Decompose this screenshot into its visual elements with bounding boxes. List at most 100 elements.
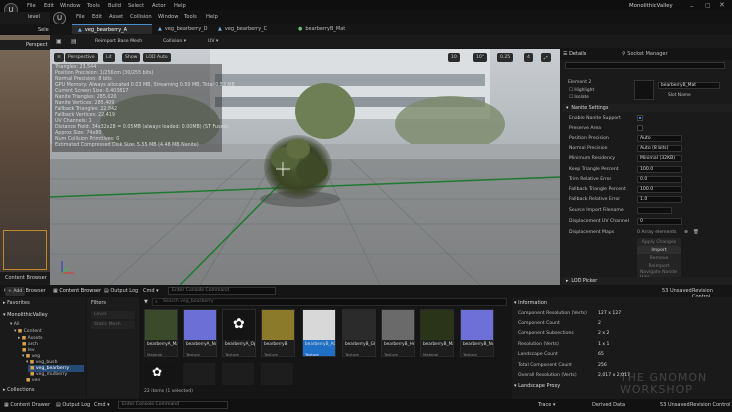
isolate-checkbox[interactable]: ☐ Isolate (569, 95, 589, 100)
close-button[interactable]: ✕ (719, 1, 725, 9)
tree-arch[interactable]: ■ arch (22, 342, 38, 347)
output-log-tab[interactable]: ▤ Output Log (104, 288, 138, 294)
information-section[interactable]: ▾ Information (514, 300, 547, 306)
add-button[interactable]: + Add (5, 287, 26, 296)
inner-menu-file[interactable]: File (76, 14, 85, 20)
perspective-button[interactable]: Perspective (65, 53, 98, 62)
tab-bearberry-b-mat[interactable]: ● bearberryB_Mat (292, 24, 372, 34)
content-drawer-tab[interactable]: ▦ Content Browser (53, 288, 101, 294)
menu-actor[interactable]: Actor (152, 3, 166, 9)
trim-relative-error-field[interactable]: 0.0 (637, 175, 682, 183)
asset-tile[interactable]: bearberryA_MatMaterial (144, 309, 178, 357)
unsaved-button[interactable]: 53 Unsaved (660, 402, 690, 408)
menu-build[interactable]: Build (108, 3, 121, 9)
inner-menu-tools[interactable]: Tools (184, 14, 197, 20)
asset-thumb-row2[interactable] (183, 363, 215, 385)
details-tab[interactable]: ☰ Details (563, 51, 586, 57)
inner-menu-window[interactable]: Window (158, 14, 178, 20)
tab-veg-bearberry-a[interactable]: ▲ veg_bearberry_A (72, 24, 152, 34)
inner-menu-edit[interactable]: Edit (92, 14, 102, 20)
add-element-icon[interactable]: ⊕ (684, 230, 688, 235)
tree-assets[interactable]: ▸ ■ Assets (18, 336, 43, 341)
fallback-relative-error-field[interactable]: 1.0 (637, 195, 682, 203)
asset-tile-selected[interactable]: bearberryB_AO Texture (302, 309, 336, 357)
inner-menu-collision[interactable]: Collision (130, 14, 152, 20)
asset-tile[interactable]: bearberryB_HeightTexture (381, 309, 415, 357)
asset-tile[interactable]: bearberryB Texture (261, 309, 295, 357)
keep-triangle-percent-field[interactable]: 100.0 (637, 165, 682, 173)
tree-lev[interactable]: ■ lev (22, 348, 35, 353)
menu-edit[interactable]: Edit (44, 3, 54, 9)
delete-elements-icon[interactable]: 🗑 (693, 230, 699, 235)
derived-data-button[interactable]: Derived Data (592, 402, 625, 408)
content-browser-tab-outer[interactable]: Content Browser (5, 275, 47, 281)
asset-tile[interactable]: bearberryB_MatMaterial (420, 309, 454, 357)
asset-tile[interactable]: bearberryA_NormalTexture (183, 309, 217, 357)
uv-button[interactable]: UV ▾ (205, 37, 221, 46)
menu-window[interactable]: Window (60, 3, 80, 9)
output-log-button[interactable]: ▤ Output Log (56, 402, 90, 408)
tree-all[interactable]: ▾ All (10, 322, 19, 327)
details-search-input[interactable] (565, 62, 725, 69)
lod-picker-section[interactable]: ▸ LOD Picker (562, 277, 732, 285)
asset-tile[interactable]: bearberryB_GlossTexture (342, 309, 376, 357)
rotation-snap-button[interactable]: 10° (473, 53, 488, 62)
displacement-uv-channel-field[interactable]: 0 (637, 217, 682, 225)
highlight-checkbox[interactable]: ☐ Highlight (569, 88, 594, 93)
viewport-maximize-button[interactable]: ⤢ (541, 53, 551, 62)
tree-ven[interactable]: ■ ven (26, 378, 40, 383)
normal-precision-dropdown[interactable]: Auto (8 bits) (637, 144, 682, 152)
content-drawer-button[interactable]: ▦ Content Drawer (4, 402, 50, 408)
reimport-button[interactable]: Reimport Base Mesh (92, 37, 145, 46)
grid-snap-button[interactable]: 10 (448, 53, 460, 62)
lod-button[interactable]: LOD Auto (143, 53, 171, 62)
tab-select[interactable]: Sele (38, 27, 49, 33)
browse-icon[interactable]: ▤ (71, 38, 77, 45)
asset-thumb-row2[interactable] (222, 363, 254, 385)
asset-thumb-row2[interactable]: ✿ (144, 363, 176, 385)
minimize-button[interactable]: – (690, 2, 694, 10)
filter-icon[interactable]: ▼ (144, 299, 148, 305)
show-button[interactable]: Show (122, 53, 141, 62)
tree-veg[interactable]: ▾ ■ veg (22, 354, 40, 359)
cmd-button[interactable]: Cmd ▾ (94, 402, 110, 408)
source-import-filename-field[interactable] (637, 206, 672, 214)
socket-manager-tab[interactable]: ⚲ Socket Manager (622, 51, 668, 57)
project-section[interactable]: ▾ MonolithicValley (3, 312, 48, 318)
revision-control-button[interactable]: Revision Control (690, 402, 731, 408)
lit-button[interactable]: Lit (103, 53, 115, 62)
tab-veg-bearberry-d[interactable]: ▲ veg_bearberry_D (152, 24, 217, 34)
enable-nanite-checkbox[interactable] (637, 115, 643, 121)
tab-level[interactable]: level (28, 14, 40, 20)
tree-veg-bearberry[interactable]: ■ veg_bearberry (30, 366, 69, 371)
trace-button[interactable]: Trace ▾ (538, 402, 555, 408)
asset-thumb-row2[interactable] (261, 363, 293, 385)
tab-veg-bearberry-c[interactable]: ▲ veg_bearberry_C (212, 24, 292, 34)
collections-section[interactable]: ▸ Collections (3, 387, 34, 393)
scale-snap-button[interactable]: 0.25 (497, 53, 514, 62)
material-slot-dropdown[interactable]: bearberryB_Mat (658, 82, 720, 89)
asset-search-input[interactable]: Search veg_bearberry (152, 298, 507, 306)
camera-speed-button[interactable]: 4 (524, 53, 533, 62)
menu-select[interactable]: Select (128, 3, 144, 9)
tree-veg-mulberry[interactable]: ■ veg_mulberry (30, 372, 67, 377)
nanite-settings-section[interactable]: ▾ Nanite Settings (562, 104, 732, 112)
preserve-area-checkbox[interactable] (637, 125, 643, 131)
favorites-section[interactable]: ▸ Favorites (3, 300, 30, 306)
inner-menu-help[interactable]: Help (206, 14, 218, 20)
collision-button[interactable]: Collision ▾ (160, 37, 189, 46)
position-precision-dropdown[interactable]: Auto (637, 134, 682, 142)
filter-static-mesh[interactable]: Static Mesh (91, 321, 135, 329)
status-console-input[interactable]: Enter Console Command (118, 401, 228, 409)
asset-tile[interactable]: ✿bearberryA_OpacityTexture (222, 309, 256, 357)
menu-help[interactable]: Help (174, 3, 186, 9)
save-icon[interactable]: ▣ (56, 38, 62, 45)
cmd-dropdown[interactable]: Cmd ▾ (143, 288, 159, 294)
inner-menu-asset[interactable]: Asset (109, 14, 123, 20)
console-input[interactable]: Enter Console Command (168, 287, 276, 295)
material-thumbnail[interactable] (634, 80, 654, 100)
minimum-residency-dropdown[interactable]: Minimal (32KB) (637, 154, 682, 162)
unsaved-status[interactable]: 53 Unsaved (662, 288, 692, 294)
viewport-options-button[interactable]: ≡ (54, 53, 64, 62)
fallback-triangle-percent-field[interactable]: 100.0 (637, 185, 682, 193)
